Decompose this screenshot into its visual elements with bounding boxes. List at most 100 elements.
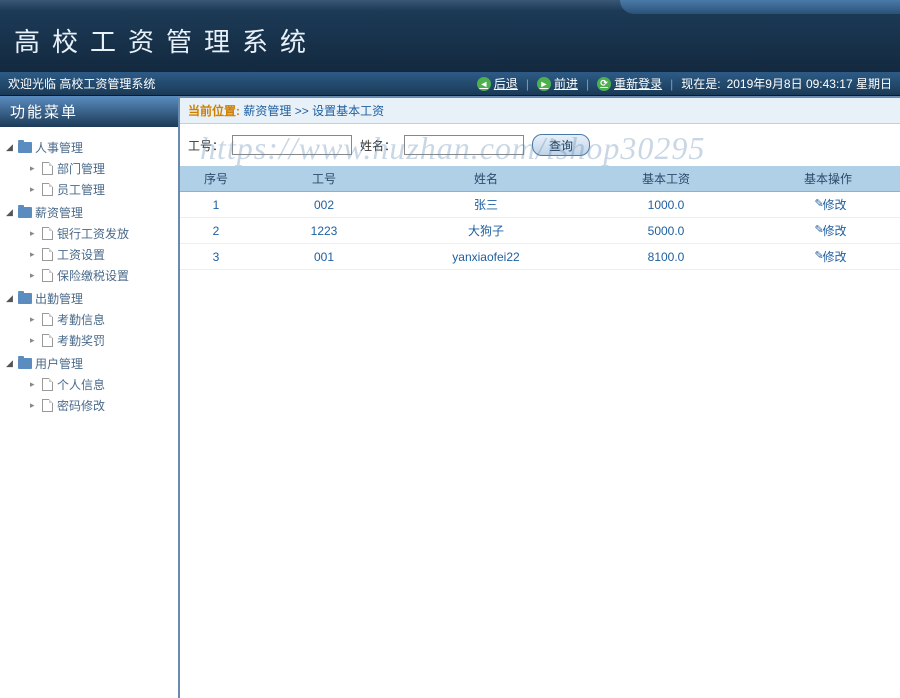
- tree-item-label: 保险缴税设置: [57, 267, 129, 284]
- tree-item-0-1[interactable]: ▸员工管理: [28, 179, 174, 200]
- tree-item-label: 密码修改: [57, 397, 105, 414]
- cell-index: 3: [180, 244, 252, 270]
- tree-item-3-0[interactable]: ▸ 个人信息: [28, 374, 174, 395]
- page-icon: [42, 378, 53, 391]
- cell-empno: 001: [252, 244, 396, 270]
- tree-item-label: 个人信息: [57, 376, 105, 393]
- page-icon: [42, 269, 53, 282]
- datetime-prefix: 现在是:: [681, 75, 720, 92]
- tree-group-label: 人事管理: [35, 139, 83, 156]
- cell-index: 2: [180, 218, 252, 244]
- caret-right-icon: ▸: [30, 335, 35, 346]
- cell-name: 大狗子: [396, 218, 576, 244]
- breadcrumb-label: 当前位置:: [188, 104, 240, 118]
- page-icon: [42, 399, 53, 412]
- app-header: 高校工资管理系统: [0, 0, 900, 72]
- relogin-button[interactable]: ⟳ 重新登录: [597, 75, 662, 92]
- relogin-icon: ⟳: [597, 77, 611, 91]
- tree-item-1-1[interactable]: ▸工资设置: [28, 244, 174, 265]
- caret-down-icon: ◢: [6, 142, 13, 153]
- tree-item-label: 考勤奖罚: [57, 332, 105, 349]
- relogin-label: 重新登录: [614, 75, 662, 92]
- cell-name: 张三: [396, 192, 576, 218]
- sidebar: 功能菜单 ◢人事管理▸部门管理▸员工管理◢薪资管理▸银行工资发放▸工资设置▸保险…: [0, 96, 180, 698]
- tree-item-1-2[interactable]: ▸ 保险缴税设置: [28, 265, 174, 286]
- tree-group-label: 薪资管理: [35, 204, 83, 221]
- caret-right-icon: ▸: [30, 249, 35, 260]
- folder-icon: [18, 358, 32, 369]
- tree-group-0[interactable]: ◢ 人事管理: [4, 137, 174, 158]
- page-icon: [42, 183, 53, 196]
- forward-button[interactable]: ► 前进: [537, 75, 578, 92]
- divider: |: [586, 77, 589, 91]
- table-header-row: 序号 工号 姓名 基本工资 基本操作: [180, 166, 900, 192]
- sidebar-title: 功能菜单: [0, 96, 178, 127]
- back-button[interactable]: ◄ 后退: [477, 75, 518, 92]
- cell-index: 1: [180, 192, 252, 218]
- cell-salary: 1000.0: [576, 192, 756, 218]
- page-icon: [42, 313, 53, 326]
- folder-icon: [18, 207, 32, 218]
- search-bar: 工号： 姓名： 查询: [180, 124, 900, 166]
- edit-label: 修改: [822, 248, 846, 265]
- caret-down-icon: ◢: [6, 293, 13, 304]
- tree-item-label: 部门管理: [57, 160, 105, 177]
- tree-group-3[interactable]: ◢ 用户管理: [4, 353, 174, 374]
- caret-right-icon: ▸: [30, 314, 35, 325]
- page-icon: [42, 162, 53, 175]
- breadcrumb-path2: 设置基本工资: [312, 104, 384, 118]
- salary-table: 序号 工号 姓名 基本工资 基本操作 1002张三1000.0修改21223大狗…: [180, 166, 900, 270]
- tree-group-2[interactable]: ◢ 出勤管理: [4, 288, 174, 309]
- edit-label: 修改: [822, 222, 846, 239]
- cell-salary: 8100.0: [576, 244, 756, 270]
- tree-item-label: 银行工资发放: [57, 225, 129, 242]
- breadcrumb-sep: >>: [295, 104, 309, 118]
- tree-item-0-0[interactable]: ▸ 部门管理: [28, 158, 174, 179]
- page-icon: [42, 227, 53, 240]
- caret-right-icon: ▸: [30, 228, 35, 239]
- edit-link[interactable]: 修改: [809, 222, 846, 239]
- caret-right-icon: ▸: [30, 379, 35, 390]
- datetime-text: 2019年9月8日 09:43:17 星期日: [727, 75, 892, 92]
- caret-down-icon: ◢: [6, 358, 13, 369]
- query-button[interactable]: 查询: [532, 134, 590, 156]
- tree-group-label: 用户管理: [35, 355, 83, 372]
- topbar: 欢迎光临 高校工资管理系统 ◄ 后退 | ► 前进 | ⟳ 重新登录 | 现在是…: [0, 72, 900, 96]
- pencil-icon: [809, 226, 819, 236]
- edit-link[interactable]: 修改: [809, 196, 846, 213]
- caret-right-icon: ▸: [30, 400, 35, 411]
- breadcrumb: 当前位置: 薪资管理 >> 设置基本工资: [180, 98, 900, 124]
- edit-label: 修改: [822, 196, 846, 213]
- cell-salary: 5000.0: [576, 218, 756, 244]
- caret-right-icon: ▸: [30, 163, 35, 174]
- tree-item-1-0[interactable]: ▸ 银行工资发放: [28, 223, 174, 244]
- tree-item-2-0[interactable]: ▸ 考勤信息: [28, 309, 174, 330]
- caret-right-icon: ▸: [30, 270, 35, 281]
- tree-item-label: 考勤信息: [57, 311, 105, 328]
- welcome-text: 欢迎光临 高校工资管理系统: [8, 75, 477, 92]
- table-row: 1002张三1000.0 修改: [180, 192, 900, 218]
- breadcrumb-path1[interactable]: 薪资管理: [243, 104, 291, 118]
- table-row: 21223大狗子5000.0 修改: [180, 218, 900, 244]
- emp-no-label: 工号：: [188, 137, 224, 154]
- divider: |: [526, 77, 529, 91]
- tree-group-label: 出勤管理: [35, 290, 83, 307]
- cell-empno: 1223: [252, 218, 396, 244]
- forward-icon: ►: [537, 77, 551, 91]
- tree-item-2-1[interactable]: ▸ 考勤奖罚: [28, 330, 174, 351]
- forward-label: 前进: [554, 75, 578, 92]
- emp-no-input[interactable]: [232, 135, 352, 155]
- caret-down-icon: ◢: [6, 207, 13, 218]
- divider: |: [670, 77, 673, 91]
- tree-group-1[interactable]: ◢ 薪资管理: [4, 202, 174, 223]
- cell-empno: 002: [252, 192, 396, 218]
- edit-link[interactable]: 修改: [809, 248, 846, 265]
- folder-icon: [18, 293, 32, 304]
- back-label: 后退: [494, 75, 518, 92]
- caret-right-icon: ▸: [30, 184, 35, 195]
- name-input[interactable]: [404, 135, 524, 155]
- table-row: 3001yanxiaofei228100.0修改: [180, 244, 900, 270]
- col-salary: 基本工资: [576, 166, 756, 192]
- tree-item-3-1[interactable]: ▸ 密码修改: [28, 395, 174, 416]
- pencil-icon: [809, 252, 819, 262]
